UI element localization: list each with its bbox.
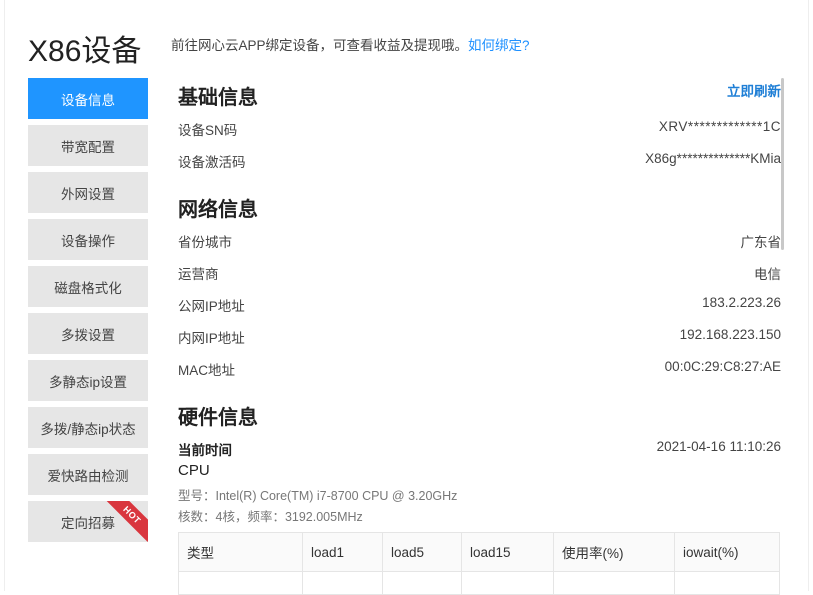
- page-title: X86设备: [28, 35, 142, 68]
- mac-label: MAC地址: [178, 363, 235, 378]
- col-load1: load1: [302, 532, 383, 572]
- lan-ip-value: 192.168.223.150: [679, 327, 781, 342]
- bind-hint-text: 前往网心云APP绑定设备，可查看收益及提现哦。: [171, 38, 469, 53]
- refresh-button[interactable]: 立即刷新: [727, 80, 781, 100]
- col-type: 类型: [178, 532, 303, 572]
- sidebar-item-disk-format[interactable]: 磁盘格式化: [28, 266, 148, 307]
- row-lan-ip: 内网IP地址 192.168.223.150: [178, 327, 781, 347]
- row-mac: MAC地址 00:0C:29:C8:27:AE: [178, 359, 781, 379]
- how-to-bind-link[interactable]: 如何绑定?: [468, 38, 530, 53]
- lan-ip-label: 内网IP地址: [178, 331, 245, 346]
- isp-value: 电信: [754, 267, 781, 282]
- activation-value: X86g**************KMia: [645, 151, 781, 166]
- sidebar-item-multi-static-ip[interactable]: 多静态ip设置: [28, 360, 148, 401]
- sidebar: 设备信息 带宽配置 外网设置 设备操作 磁盘格式化 多拨设置 多静态ip设置 多…: [28, 78, 148, 548]
- cpu-model: 型号：Intel(R) Core(TM) i7-8700 CPU @ 3.20G…: [178, 489, 458, 503]
- scrollbar[interactable]: [781, 78, 784, 250]
- sidebar-item-ikuai-check[interactable]: 爱快路由检测: [28, 454, 148, 495]
- current-time-label: 当前时间: [178, 443, 232, 458]
- sidebar-item-recruit[interactable]: 定向招募 HOT: [28, 501, 148, 542]
- sidebar-item-multi-dial[interactable]: 多拨设置: [28, 313, 148, 354]
- col-load15: load15: [461, 532, 554, 572]
- sn-value: XRV*************1C: [658, 119, 781, 134]
- sidebar-item-device-info[interactable]: 设备信息: [28, 78, 148, 119]
- section-title-hardware: 硬件信息: [178, 407, 258, 429]
- isp-label: 运营商: [178, 267, 219, 282]
- sidebar-item-dial-ip-status[interactable]: 多拨/静态ip状态: [28, 407, 148, 448]
- province-value: 广东省: [740, 235, 782, 250]
- sn-label: 设备SN码: [178, 123, 238, 138]
- col-usage: 使用率(%): [553, 532, 675, 572]
- activation-label: 设备激活码: [178, 155, 246, 170]
- province-label: 省份城市: [178, 235, 232, 250]
- row-sn: 设备SN码 XRV*************1C: [178, 119, 781, 139]
- row-public-ip: 公网IP地址 183.2.223.26: [178, 295, 781, 315]
- table-row: [178, 571, 780, 595]
- sidebar-item-recruit-label: 定向招募: [61, 515, 115, 531]
- row-current-time: 当前时间 2021-04-16 11:10:26: [178, 439, 781, 459]
- bind-hint: 前往网心云APP绑定设备，可查看收益及提现哦。如何绑定?: [171, 34, 530, 54]
- sidebar-item-bandwidth[interactable]: 带宽配置: [28, 125, 148, 166]
- public-ip-label: 公网IP地址: [178, 299, 245, 314]
- sidebar-item-wan-settings[interactable]: 外网设置: [28, 172, 148, 213]
- mac-value: 00:0C:29:C8:27:AE: [664, 359, 781, 374]
- section-title-basic: 基础信息: [178, 87, 258, 109]
- sidebar-item-device-ops[interactable]: 设备操作: [28, 219, 148, 260]
- current-time-value: 2021-04-16 11:10:26: [656, 439, 781, 454]
- row-activation: 设备激活码 X86g**************KMia: [178, 151, 781, 171]
- cpu-cores: 核数：4核，频率：3192.005MHz: [178, 510, 363, 524]
- row-province: 省份城市 广东省: [178, 231, 781, 251]
- col-load5: load5: [382, 532, 462, 572]
- section-title-network: 网络信息: [178, 199, 258, 221]
- cpu-load-table: 类型 load1 load5 load15 使用率(%) iowait(%): [178, 532, 780, 595]
- public-ip-value: 183.2.223.26: [702, 295, 781, 310]
- cpu-title: CPU: [178, 462, 210, 479]
- col-iowait: iowait(%): [674, 532, 780, 572]
- row-isp: 运营商 电信: [178, 263, 781, 283]
- table-header-row: 类型 load1 load5 load15 使用率(%) iowait(%): [178, 532, 780, 572]
